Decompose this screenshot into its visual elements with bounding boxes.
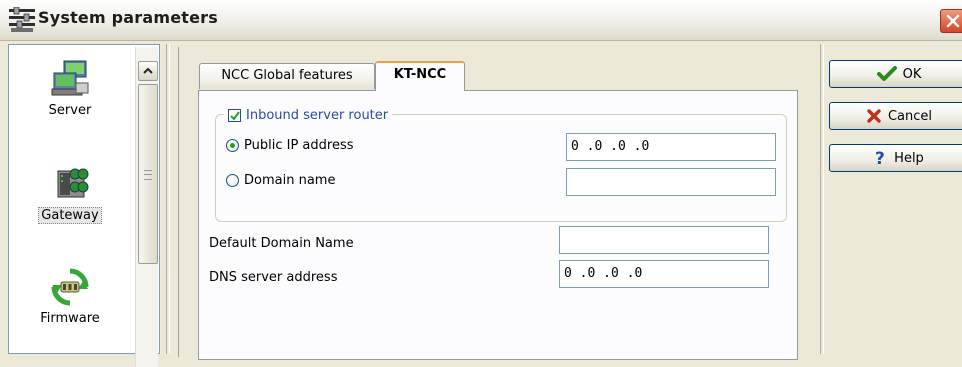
dns-server-address-field[interactable]: 0 .0 .0 .0 [559,260,769,288]
grip-icon [144,170,152,180]
svg-text:?: ? [875,149,885,167]
server-icon [51,60,89,96]
tab-page-kt-ncc: Inbound server router Public IP address … [198,90,798,360]
divider [820,44,824,354]
chevron-up-icon [143,67,153,74]
sidebar-item-gateway[interactable]: Gateway [15,163,125,224]
help-label: Help [894,150,924,166]
scroll-thumb[interactable] [138,84,158,264]
close-icon [946,14,960,28]
firmware-icon [51,268,89,306]
sidebar-item-firmware[interactable]: Firmware [15,267,125,326]
public-ip-radio[interactable] [226,139,239,152]
inbound-server-router-label: Inbound server router [246,107,389,123]
gateway-icon [57,168,89,198]
checkmark-icon [230,110,240,121]
cancel-label: Cancel [887,108,933,124]
domain-name-radio-row[interactable]: Domain name [226,173,335,188]
help-icon: ? [875,149,885,167]
domain-name-label: Domain name [244,173,336,188]
close-button[interactable] [940,9,962,33]
settings-tabs: NCC Global features KT-NCC Inbound serve… [178,47,798,360]
domain-name-radio[interactable] [226,174,239,187]
title-bar: System parameters [0,0,962,41]
tab-ncc-global-features[interactable]: NCC Global features [199,63,375,89]
sidebar-item-label: Server [48,103,92,118]
sidebar-item-label: Gateway [38,207,102,224]
dns-server-address-label: DNS server address [209,270,338,285]
ok-button[interactable]: OK [829,60,962,88]
sidebar-item-label: Firmware [40,311,100,326]
public-ip-field[interactable]: 0 .0 .0 .0 [566,133,776,161]
tab-kt-ncc[interactable]: KT-NCC [375,61,465,91]
divider [166,44,170,354]
inbound-server-router-group: Inbound server router Public IP address … [215,106,787,222]
category-list[interactable]: Server Gateway Firmware [8,44,160,367]
system-parameters-icon [9,7,35,32]
window-title: System parameters [38,8,218,27]
checkmark-icon [876,66,897,81]
public-ip-radio-row[interactable]: Public IP address [226,138,353,153]
domain-name-field[interactable] [566,168,776,196]
cancel-button[interactable]: Cancel [829,102,962,130]
group-legend: Inbound server router [224,106,393,124]
scroll-up-button[interactable] [138,61,158,81]
help-button[interactable]: ? Help [829,144,962,172]
vertical-scrollbar[interactable] [135,47,158,367]
default-domain-name-label: Default Domain Name [209,236,354,251]
inbound-server-router-checkbox[interactable] [228,108,241,122]
public-ip-label: Public IP address [244,138,354,153]
default-domain-name-field[interactable] [559,226,769,254]
ok-label: OK [902,66,922,82]
sidebar-item-server[interactable]: Server [15,59,125,118]
x-icon [867,109,881,123]
